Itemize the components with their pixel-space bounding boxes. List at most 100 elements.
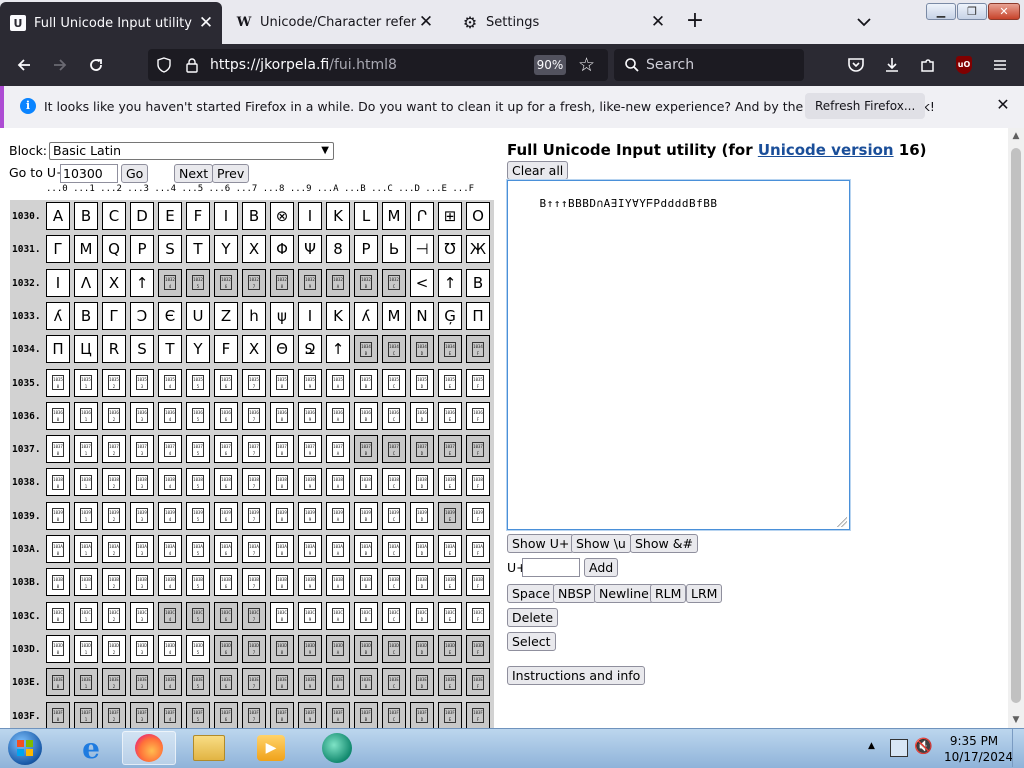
char-cell[interactable]: 1037 5: [186, 435, 210, 464]
forward-button[interactable]: [48, 54, 72, 76]
char-cell[interactable]: 103F 9: [298, 701, 322, 728]
char-cell[interactable]: h: [242, 301, 266, 330]
char-cell[interactable]: 103D 8: [270, 634, 294, 663]
char-cell[interactable]: T: [186, 235, 210, 264]
char-cell[interactable]: 103F 1: [74, 701, 98, 728]
char-cell[interactable]: B: [74, 202, 98, 230]
char-cell[interactable]: I: [46, 268, 70, 297]
char-cell[interactable]: 103F A: [326, 701, 350, 728]
tab-settings[interactable]: ⚙ Settings ✕: [452, 2, 674, 42]
char-cell[interactable]: ⊗: [270, 202, 294, 230]
char-cell[interactable]: 103A 4: [158, 535, 182, 563]
char-cell[interactable]: Є: [158, 301, 182, 330]
char-cell[interactable]: 103B C: [382, 568, 406, 597]
char-cell[interactable]: 103C 4: [158, 601, 182, 630]
char-cell[interactable]: M: [74, 235, 98, 264]
char-cell[interactable]: 1032 7: [242, 268, 266, 297]
char-cell[interactable]: 103B 8: [270, 568, 294, 597]
reload-button[interactable]: [84, 54, 108, 76]
char-cell[interactable]: 1035 2: [102, 368, 126, 397]
char-cell[interactable]: 103E E: [438, 668, 462, 697]
char-cell[interactable]: 103B 4: [158, 568, 182, 597]
char-cell[interactable]: 1038 1: [74, 468, 98, 497]
char-cell[interactable]: Π: [466, 301, 490, 330]
char-cell[interactable]: 103C B: [354, 601, 378, 630]
char-cell[interactable]: 1039 E: [438, 501, 462, 530]
char-cell[interactable]: 1039 A: [326, 501, 350, 530]
show-backslash-u-button[interactable]: Show \u: [571, 534, 631, 553]
char-cell[interactable]: 1036 6: [214, 401, 238, 430]
char-cell[interactable]: 1035 A: [326, 368, 350, 397]
char-cell[interactable]: Z: [214, 301, 238, 330]
char-cell[interactable]: 103A 7: [242, 535, 266, 563]
char-cell[interactable]: 1037 F: [466, 435, 490, 464]
char-cell[interactable]: 103B 3: [130, 568, 154, 597]
char-cell[interactable]: 1039 9: [298, 501, 322, 530]
pocket-button[interactable]: [844, 54, 868, 76]
char-cell[interactable]: 103E 0: [46, 668, 70, 697]
char-cell[interactable]: 103A A: [326, 535, 350, 563]
char-cell[interactable]: 1035 8: [270, 368, 294, 397]
char-cell[interactable]: 1035 9: [298, 368, 322, 397]
char-cell[interactable]: 103F D: [410, 701, 434, 728]
ublock-button[interactable]: uO: [952, 54, 976, 76]
char-cell[interactable]: 103D D: [410, 634, 434, 663]
rlm-button[interactable]: RLM: [650, 584, 687, 603]
char-cell[interactable]: 1032 B: [354, 268, 378, 297]
char-cell[interactable]: ↑: [438, 268, 462, 297]
show-u-button[interactable]: Show U+: [507, 534, 575, 553]
char-cell[interactable]: 103F 8: [270, 701, 294, 728]
char-cell[interactable]: Ջ: [298, 335, 322, 364]
char-cell[interactable]: M: [382, 301, 406, 330]
char-cell[interactable]: 103A E: [438, 535, 462, 563]
url-bar[interactable]: https://jkorpela.fi/fui.html8 90% ☆: [148, 49, 608, 81]
char-cell[interactable]: E: [158, 202, 182, 230]
bookmark-star-icon[interactable]: ☆: [578, 54, 595, 76]
char-cell[interactable]: 103B 9: [298, 568, 322, 597]
char-cell[interactable]: 103E 1: [74, 668, 98, 697]
char-cell[interactable]: 1035 B: [354, 368, 378, 397]
char-cell[interactable]: 1039 1: [74, 501, 98, 530]
char-cell[interactable]: 1039 6: [214, 501, 238, 530]
char-cell[interactable]: 1038 0: [46, 468, 70, 497]
char-cell[interactable]: Ր: [410, 202, 434, 230]
char-cell[interactable]: 1036 8: [270, 401, 294, 430]
char-cell[interactable]: 103F B: [354, 701, 378, 728]
char-cell[interactable]: 1039 3: [130, 501, 154, 530]
char-cell[interactable]: 103E 2: [102, 668, 126, 697]
char-cell[interactable]: 103A 1: [74, 535, 98, 563]
char-cell[interactable]: 103F 3: [130, 701, 154, 728]
char-cell[interactable]: 1037 4: [158, 435, 182, 464]
char-cell[interactable]: 1035 C: [382, 368, 406, 397]
char-cell[interactable]: R: [102, 335, 126, 364]
char-cell[interactable]: 1038 B: [354, 468, 378, 497]
char-cell[interactable]: 1036 9: [298, 401, 322, 430]
char-cell[interactable]: 103E 4: [158, 668, 182, 697]
close-icon[interactable]: ✕: [994, 96, 1012, 114]
menu-button[interactable]: [988, 54, 1012, 76]
char-cell[interactable]: 1037 A: [326, 435, 350, 464]
char-cell[interactable]: 103A 3: [130, 535, 154, 563]
go-button[interactable]: Go: [121, 164, 149, 183]
char-cell[interactable]: C: [102, 202, 126, 230]
char-cell[interactable]: 1034 E: [438, 335, 462, 364]
char-cell[interactable]: 1034 D: [410, 335, 434, 364]
char-cell[interactable]: I: [214, 202, 238, 230]
search-input[interactable]: Search: [646, 57, 694, 73]
char-cell[interactable]: 103F 2: [102, 701, 126, 728]
char-cell[interactable]: 1036 0: [46, 401, 70, 430]
char-cell[interactable]: 1038 C: [382, 468, 406, 497]
prev-button[interactable]: Prev: [212, 164, 250, 183]
char-cell[interactable]: 103F 6: [214, 701, 238, 728]
char-cell[interactable]: 103D 3: [130, 634, 154, 663]
taskbar-app[interactable]: [310, 731, 364, 765]
char-cell[interactable]: 1037 E: [438, 435, 462, 464]
close-tab-icon[interactable]: ✕: [196, 13, 216, 33]
char-cell[interactable]: 103D 0: [46, 634, 70, 663]
char-cell[interactable]: 103D 2: [102, 634, 126, 663]
char-cell[interactable]: N: [410, 301, 434, 330]
char-cell[interactable]: 103F 0: [46, 701, 70, 728]
char-cell[interactable]: Ʊ: [438, 235, 462, 264]
char-cell[interactable]: 103B 0: [46, 568, 70, 597]
select-button[interactable]: Select: [507, 632, 556, 651]
